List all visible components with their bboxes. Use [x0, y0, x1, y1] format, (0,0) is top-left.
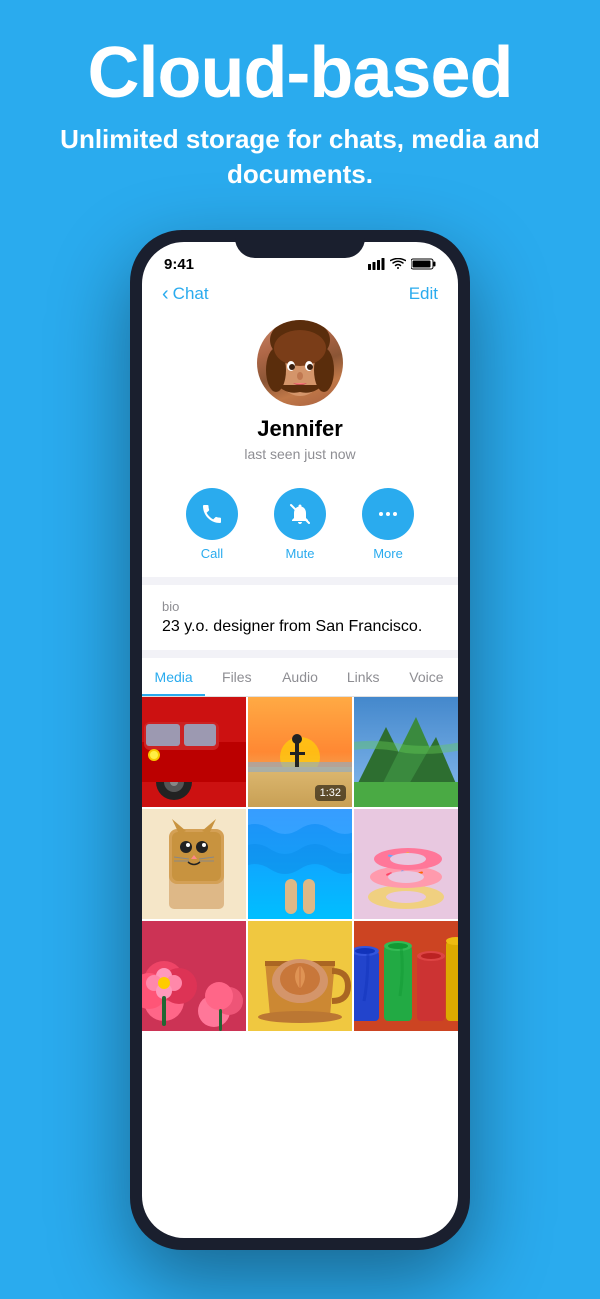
- media-tabs: Media Files Audio Links Voice: [142, 658, 458, 697]
- media-item-1[interactable]: [142, 697, 246, 807]
- mountain-image: [354, 697, 458, 807]
- wifi-icon: [390, 258, 406, 270]
- media-item-7[interactable]: [142, 921, 246, 1031]
- phone-svg: [200, 502, 224, 526]
- chevron-left-icon: ‹: [162, 283, 169, 306]
- section-divider-2: [142, 650, 458, 658]
- media-item-8[interactable]: [248, 921, 352, 1031]
- back-button[interactable]: ‹ Chat: [162, 283, 209, 306]
- phone-frame: 9:41: [130, 230, 470, 1250]
- media-item-6[interactable]: [354, 809, 458, 919]
- media-item-4[interactable]: [142, 809, 246, 919]
- more-button[interactable]: More: [362, 488, 414, 561]
- profile-name: Jennifer: [257, 416, 343, 442]
- status-icons: [368, 258, 436, 270]
- bio-section: bio 23 y.o. designer from San Francisco.: [142, 585, 458, 650]
- more-icon: [362, 488, 414, 540]
- more-label: More: [373, 546, 403, 561]
- bio-text: 23 y.o. designer from San Francisco.: [162, 618, 438, 636]
- cans-image: [354, 921, 458, 1031]
- call-label: Call: [201, 546, 223, 561]
- back-label: Chat: [173, 284, 209, 304]
- avatar-svg: [257, 320, 343, 406]
- call-button[interactable]: Call: [186, 488, 238, 561]
- profile-section: Jennifer last seen just now: [142, 316, 458, 478]
- hero-title: Cloud-based: [40, 36, 560, 112]
- mute-icon: [274, 488, 326, 540]
- nav-bar: ‹ Chat Edit: [142, 279, 458, 316]
- hero-section: Cloud-based Unlimited storage for chats,…: [0, 0, 600, 220]
- phone-wrapper: 9:41: [0, 230, 600, 1250]
- tab-audio[interactable]: Audio: [268, 658, 331, 696]
- avatar-image: [257, 320, 343, 406]
- media-item-5[interactable]: [248, 809, 352, 919]
- car-image: [142, 697, 246, 807]
- media-item-9[interactable]: [354, 921, 458, 1031]
- avatar: [257, 320, 343, 406]
- action-buttons: Call Mute: [142, 478, 458, 577]
- media-grid: 1:32: [142, 697, 458, 1238]
- notch: [235, 230, 365, 258]
- tab-links[interactable]: Links: [332, 658, 395, 696]
- coffee-image: [248, 921, 352, 1031]
- tab-voice[interactable]: Voice: [395, 658, 458, 696]
- tabs-section: Media Files Audio Links Voice: [142, 658, 458, 697]
- mute-button[interactable]: Mute: [274, 488, 326, 561]
- battery-icon: [411, 258, 436, 270]
- media-item-3[interactable]: [354, 697, 458, 807]
- edit-button[interactable]: Edit: [409, 284, 438, 304]
- section-divider-1: [142, 577, 458, 585]
- donuts-image: [354, 809, 458, 919]
- hero-subtitle: Unlimited storage for chats, media and d…: [40, 122, 560, 192]
- toast-image: [142, 809, 246, 919]
- media-item-2[interactable]: 1:32: [248, 697, 352, 807]
- bell-mute-svg: [288, 502, 312, 526]
- mute-label: Mute: [286, 546, 315, 561]
- phone-screen: 9:41: [142, 242, 458, 1238]
- status-time: 9:41: [164, 256, 194, 273]
- tab-media[interactable]: Media: [142, 658, 205, 696]
- profile-status: last seen just now: [244, 446, 355, 462]
- pool-image: [248, 809, 352, 919]
- signal-icon: [368, 258, 385, 270]
- bio-label: bio: [162, 599, 438, 614]
- video-duration: 1:32: [315, 785, 346, 801]
- more-svg: [376, 502, 400, 526]
- flowers-image: [142, 921, 246, 1031]
- tab-files[interactable]: Files: [205, 658, 268, 696]
- call-icon: [186, 488, 238, 540]
